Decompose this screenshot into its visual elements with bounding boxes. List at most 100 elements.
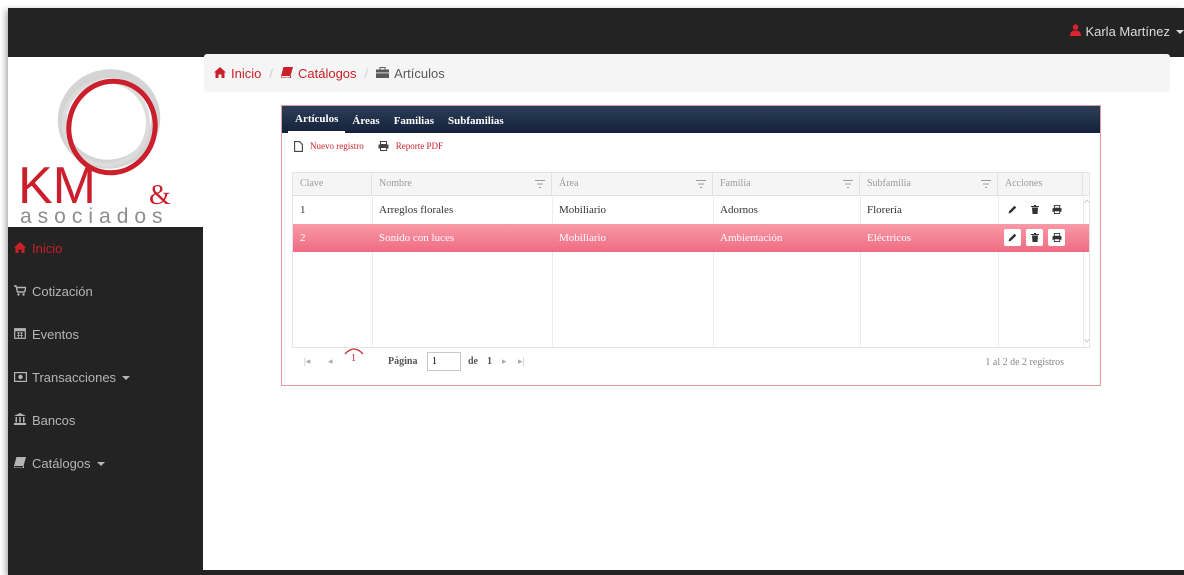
print-icon xyxy=(1052,233,1061,242)
table-row[interactable]: 2 Sonido con luces Mobiliario Ambientaci… xyxy=(293,224,1089,252)
last-page-icon[interactable]: ▸| xyxy=(518,356,524,367)
column-header-acciones: Acciones xyxy=(998,173,1083,195)
grid-toolbar: Nuevo registro Reporte PDF xyxy=(282,133,1100,159)
filter-icon[interactable] xyxy=(981,180,991,188)
tab-articulos[interactable]: Artículos xyxy=(288,112,346,133)
sidebar-item-eventos[interactable]: Eventos xyxy=(8,313,203,356)
bank-icon xyxy=(13,413,27,428)
filter-icon[interactable] xyxy=(696,180,706,188)
tab-bar: Artículos Áreas Familias Subfamilias xyxy=(282,106,1100,133)
sidebar-item-cotizacion[interactable]: Cotización xyxy=(8,270,203,313)
current-page-number[interactable]: 1 xyxy=(351,353,356,364)
sidebar-item-transacciones[interactable]: Transacciones xyxy=(8,356,203,399)
column-header-area[interactable]: Área xyxy=(552,173,713,195)
new-record-button[interactable]: Nuevo registro xyxy=(294,140,364,152)
money-icon xyxy=(13,371,27,385)
cart-icon xyxy=(13,284,27,299)
sidebar-item-bancos[interactable]: Bancos xyxy=(8,399,203,442)
home-icon xyxy=(214,66,226,81)
user-icon xyxy=(1070,24,1082,39)
sidebar-nav: Inicio Cotización Eventos Transacciones … xyxy=(8,227,203,485)
chevron-down-icon xyxy=(1176,29,1184,34)
top-navbar: Karla Martínez xyxy=(8,8,1184,57)
cell-nombre: Arreglos florales xyxy=(379,204,454,216)
sidebar-item-inicio[interactable]: Inicio xyxy=(8,227,203,270)
book-icon xyxy=(13,456,27,471)
sidebar-item-label: Eventos xyxy=(32,327,79,342)
print-button[interactable] xyxy=(1048,229,1065,246)
breadcrumb-separator: / xyxy=(269,65,273,81)
of-label: de xyxy=(468,356,478,367)
cell-clave: 1 xyxy=(300,204,306,216)
breadcrumb: Inicio / Catálogos / Artículos xyxy=(204,54,1170,92)
total-pages: 1 xyxy=(487,356,492,367)
column-header-familia[interactable]: Familia xyxy=(713,173,860,195)
filter-icon[interactable] xyxy=(843,180,853,188)
breadcrumb-catalogos[interactable]: Catálogos xyxy=(280,66,357,81)
book-icon xyxy=(280,66,293,81)
next-page-icon[interactable]: ▸ xyxy=(502,356,507,367)
chevron-down-icon xyxy=(122,375,131,380)
delete-button[interactable] xyxy=(1026,229,1043,246)
cell-nombre: Sonido con luces xyxy=(379,232,455,244)
records-count: 1 al 2 de 2 registros xyxy=(985,357,1064,368)
table-header: Clave Nombre Área Familia Subfamilia Acc… xyxy=(293,173,1089,196)
tab-familias[interactable]: Familias xyxy=(387,112,441,133)
cell-clave: 2 xyxy=(300,232,306,244)
user-menu[interactable]: Karla Martínez xyxy=(1070,24,1184,39)
company-logo: KM & asociados xyxy=(8,57,203,228)
calendar-icon xyxy=(13,327,27,342)
edit-button[interactable] xyxy=(1004,229,1021,246)
first-page-icon[interactable]: |◂ xyxy=(304,356,310,367)
cell-subfamilia: Florería xyxy=(867,204,902,216)
pencil-icon xyxy=(1008,205,1017,214)
trash-icon xyxy=(1030,233,1039,242)
breadcrumb-articulos: Artículos xyxy=(376,66,445,81)
row-actions xyxy=(1004,201,1065,218)
tab-subfamilias[interactable]: Subfamilias xyxy=(441,112,511,133)
pencil-icon xyxy=(1008,233,1017,242)
print-icon xyxy=(378,141,389,151)
chevron-down-icon xyxy=(96,461,105,466)
cell-familia: Adornos xyxy=(720,204,758,216)
briefcase-icon xyxy=(376,66,390,81)
pagination: |◂ ◂ 1 Página de 1 ▸ ▸| 1 al 2 de 2 regi… xyxy=(292,348,1090,376)
breadcrumb-inicio[interactable]: Inicio xyxy=(214,66,261,81)
column-header-nombre[interactable]: Nombre xyxy=(372,173,552,195)
delete-button[interactable] xyxy=(1026,201,1043,218)
footer-bar xyxy=(203,570,1184,575)
file-icon xyxy=(294,140,303,152)
cell-familia: Ambientación xyxy=(720,232,783,244)
print-button[interactable] xyxy=(1048,201,1065,218)
trash-icon xyxy=(1030,205,1039,214)
articles-table: Clave Nombre Área Familia Subfamilia Acc… xyxy=(292,172,1090,348)
filter-icon[interactable] xyxy=(535,180,545,188)
cell-area: Mobiliario xyxy=(559,232,607,244)
catalog-panel: Artículos Áreas Familias Subfamilias Nue… xyxy=(281,105,1101,386)
row-actions xyxy=(1004,229,1065,246)
breadcrumb-separator: / xyxy=(364,65,369,81)
home-icon xyxy=(13,241,27,256)
print-icon xyxy=(1052,205,1061,214)
sidebar-item-label: Bancos xyxy=(32,413,76,428)
tab-areas[interactable]: Áreas xyxy=(345,112,386,133)
page-label: Página xyxy=(388,356,418,367)
sidebar-item-label: Transacciones xyxy=(32,370,117,385)
column-header-clave[interactable]: Clave xyxy=(293,173,372,195)
cell-area: Mobiliario xyxy=(559,204,607,216)
logo-tagline: asociados xyxy=(20,205,169,227)
sidebar-item-label: Catálogos xyxy=(32,456,91,471)
table-row[interactable]: 1 Arreglos florales Mobiliario Adornos F… xyxy=(293,196,1089,224)
sidebar-item-catalogos[interactable]: Catálogos xyxy=(8,442,203,485)
sidebar: KM & asociados Inicio Cotización Eventos… xyxy=(8,57,203,575)
sidebar-item-label: Inicio xyxy=(32,241,63,256)
page-input[interactable] xyxy=(427,352,461,371)
vertical-scrollbar[interactable] xyxy=(1083,173,1089,347)
sidebar-item-label: Cotización xyxy=(32,284,93,299)
edit-button[interactable] xyxy=(1004,201,1021,218)
column-header-subfamilia[interactable]: Subfamilia xyxy=(860,173,998,195)
cell-subfamilia: Eléctricos xyxy=(867,232,911,244)
pdf-report-button[interactable]: Reporte PDF xyxy=(378,141,443,151)
prev-page-icon[interactable]: ◂ xyxy=(328,356,333,367)
user-name: Karla Martínez xyxy=(1085,24,1170,39)
